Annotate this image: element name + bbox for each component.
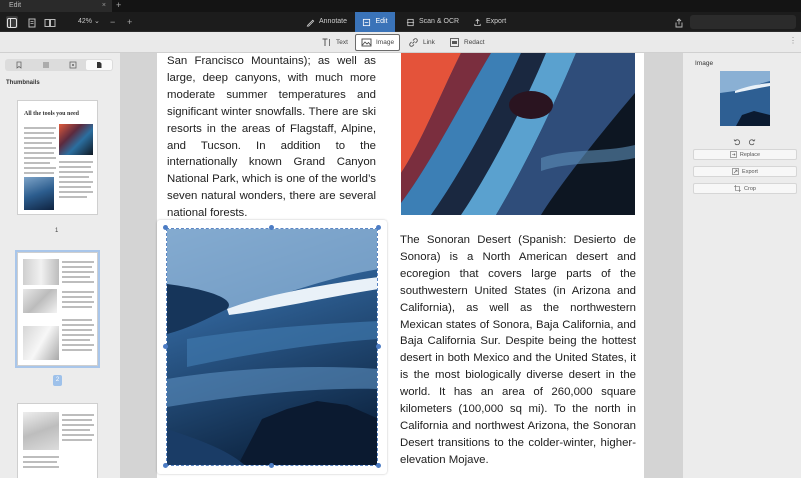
- rotate-left-icon[interactable]: [733, 133, 741, 146]
- single-page-view-icon[interactable]: [26, 16, 38, 28]
- properties-title: Image: [695, 60, 714, 67]
- abstract-art-image[interactable]: [401, 53, 635, 215]
- left-column-paragraph: San Francisco Mountains); as well as lar…: [167, 55, 376, 220]
- thumbnail-image-snow: [23, 412, 59, 450]
- annotate-mode-button[interactable]: Annotate: [300, 12, 353, 32]
- zoom-dropdown[interactable]: 42% ⌄: [78, 12, 100, 32]
- replace-image-button[interactable]: Replace: [693, 149, 797, 160]
- zoom-in-button[interactable]: +: [127, 12, 132, 32]
- crop-label: Crop: [744, 185, 756, 192]
- annotate-icon: [306, 19, 315, 27]
- edit-mode-label: Edit: [375, 18, 388, 25]
- bookmark-icon: [16, 61, 22, 69]
- edit-mode-button[interactable]: Edit: [355, 12, 395, 32]
- resize-handle-right[interactable]: [376, 344, 381, 349]
- share-icon[interactable]: [673, 16, 685, 28]
- page-thumbnail-2[interactable]: [15, 250, 100, 368]
- page-icon: [97, 62, 102, 68]
- right-text-block[interactable]: The Sonoran Desert (Spanish: Desierto de…: [400, 232, 636, 469]
- export-label: Export: [742, 168, 758, 175]
- text-icon: [322, 38, 330, 46]
- resize-handle-top-right[interactable]: [376, 225, 381, 230]
- resize-handle-top-left[interactable]: [163, 225, 168, 230]
- crop-image-button[interactable]: Crop: [693, 183, 797, 194]
- annotate-mode-label: Annotate: [319, 18, 348, 25]
- resize-handle-bottom-right[interactable]: [376, 463, 381, 468]
- page-number-1: 1: [55, 228, 59, 234]
- add-image-button[interactable]: Image: [355, 34, 401, 51]
- add-link-label: Link: [423, 39, 435, 46]
- document-tab-title: Edit: [9, 2, 22, 9]
- document-tab[interactable]: Edit ×: [0, 0, 112, 12]
- export-icon: [474, 18, 481, 26]
- right-column-paragraph: The Sonoran Desert (Spanish: Desierto de…: [400, 234, 636, 466]
- page-thumbnail-3[interactable]: [17, 403, 98, 478]
- selected-image[interactable]: [157, 220, 387, 474]
- image-preview: [720, 71, 770, 126]
- left-text-block[interactable]: San Francisco Mountains); as well as lar…: [167, 53, 376, 222]
- thumbnails-title: Thumbnails: [6, 80, 40, 86]
- resize-handle-bottom[interactable]: [269, 463, 274, 468]
- thumbnails-tab[interactable]: [86, 60, 112, 70]
- thumbnails-panel: Thumbnails All the tools you need 1 2: [0, 53, 121, 478]
- export-image-icon: [732, 168, 739, 175]
- crop-icon: [734, 185, 742, 192]
- sidebar-tabs: [5, 59, 113, 71]
- resize-handle-left[interactable]: [163, 344, 168, 349]
- outline-icon: [43, 62, 49, 68]
- glacier-image[interactable]: [166, 228, 378, 466]
- add-text-label: Text: [336, 39, 348, 46]
- new-tab-button[interactable]: +: [116, 0, 121, 11]
- main-toolbar: 42% ⌄ − + Annotate Edit Scan & OCR Expor…: [0, 12, 801, 32]
- replace-icon: [730, 151, 737, 158]
- scan-icon: [406, 18, 415, 26]
- two-page-view-icon[interactable]: [44, 16, 56, 28]
- resize-handle-top[interactable]: [269, 225, 274, 230]
- document-canvas: San Francisco Mountains); as well as lar…: [121, 53, 682, 478]
- export-mode-button[interactable]: Export: [467, 12, 512, 32]
- add-link-button[interactable]: Link: [403, 34, 440, 51]
- rotate-right-icon[interactable]: [748, 133, 756, 146]
- thumbnail-image-paper-2: [23, 289, 57, 313]
- thumbnail-image-ice: [24, 177, 54, 210]
- thumbnail-image-paper-1: [23, 259, 59, 285]
- search-input[interactable]: [690, 15, 796, 29]
- more-options-icon[interactable]: ⋮: [789, 36, 797, 45]
- title-bar: Edit × +: [0, 0, 801, 12]
- attachments-tab[interactable]: [60, 60, 86, 70]
- image-icon: [361, 38, 372, 47]
- page-thumbnail-1[interactable]: All the tools you need: [17, 100, 98, 215]
- document-page: San Francisco Mountains); as well as lar…: [157, 53, 644, 478]
- add-text-button[interactable]: Text: [316, 34, 353, 51]
- edit-tools-bar: Text Image Link Redact ⋮: [0, 32, 801, 53]
- thumbnail-image-abstract: [59, 124, 93, 155]
- image-properties-panel: Image Replace Export Crop: [682, 53, 801, 478]
- sidebar-toggle-icon[interactable]: [6, 16, 18, 28]
- export-mode-label: Export: [486, 18, 507, 25]
- scan-ocr-mode-button[interactable]: Scan & OCR: [400, 12, 465, 32]
- replace-label: Replace: [739, 151, 761, 158]
- pdf-editor-window: Edit × + 42% ⌄ − + Annotate Edit Scan & …: [0, 0, 801, 478]
- close-tab-icon[interactable]: ×: [102, 0, 106, 12]
- resize-handle-bottom-left[interactable]: [163, 463, 168, 468]
- page-number-2: 2: [53, 375, 62, 386]
- zoom-out-button[interactable]: −: [110, 12, 115, 32]
- redact-label: Redact: [464, 39, 485, 46]
- outline-tab[interactable]: [33, 60, 59, 70]
- export-image-button[interactable]: Export: [693, 166, 797, 177]
- edit-icon: [363, 18, 371, 26]
- redact-icon: [450, 38, 459, 47]
- bookmark-tab[interactable]: [6, 60, 32, 70]
- thumbnail-image-paper-3: [23, 326, 59, 360]
- link-icon: [409, 38, 418, 47]
- thumbnail-heading: All the tools you need: [24, 111, 80, 117]
- attachment-icon: [69, 61, 77, 69]
- scan-ocr-mode-label: Scan & OCR: [419, 18, 460, 25]
- redact-button[interactable]: Redact: [444, 34, 490, 51]
- add-image-label: Image: [376, 39, 395, 46]
